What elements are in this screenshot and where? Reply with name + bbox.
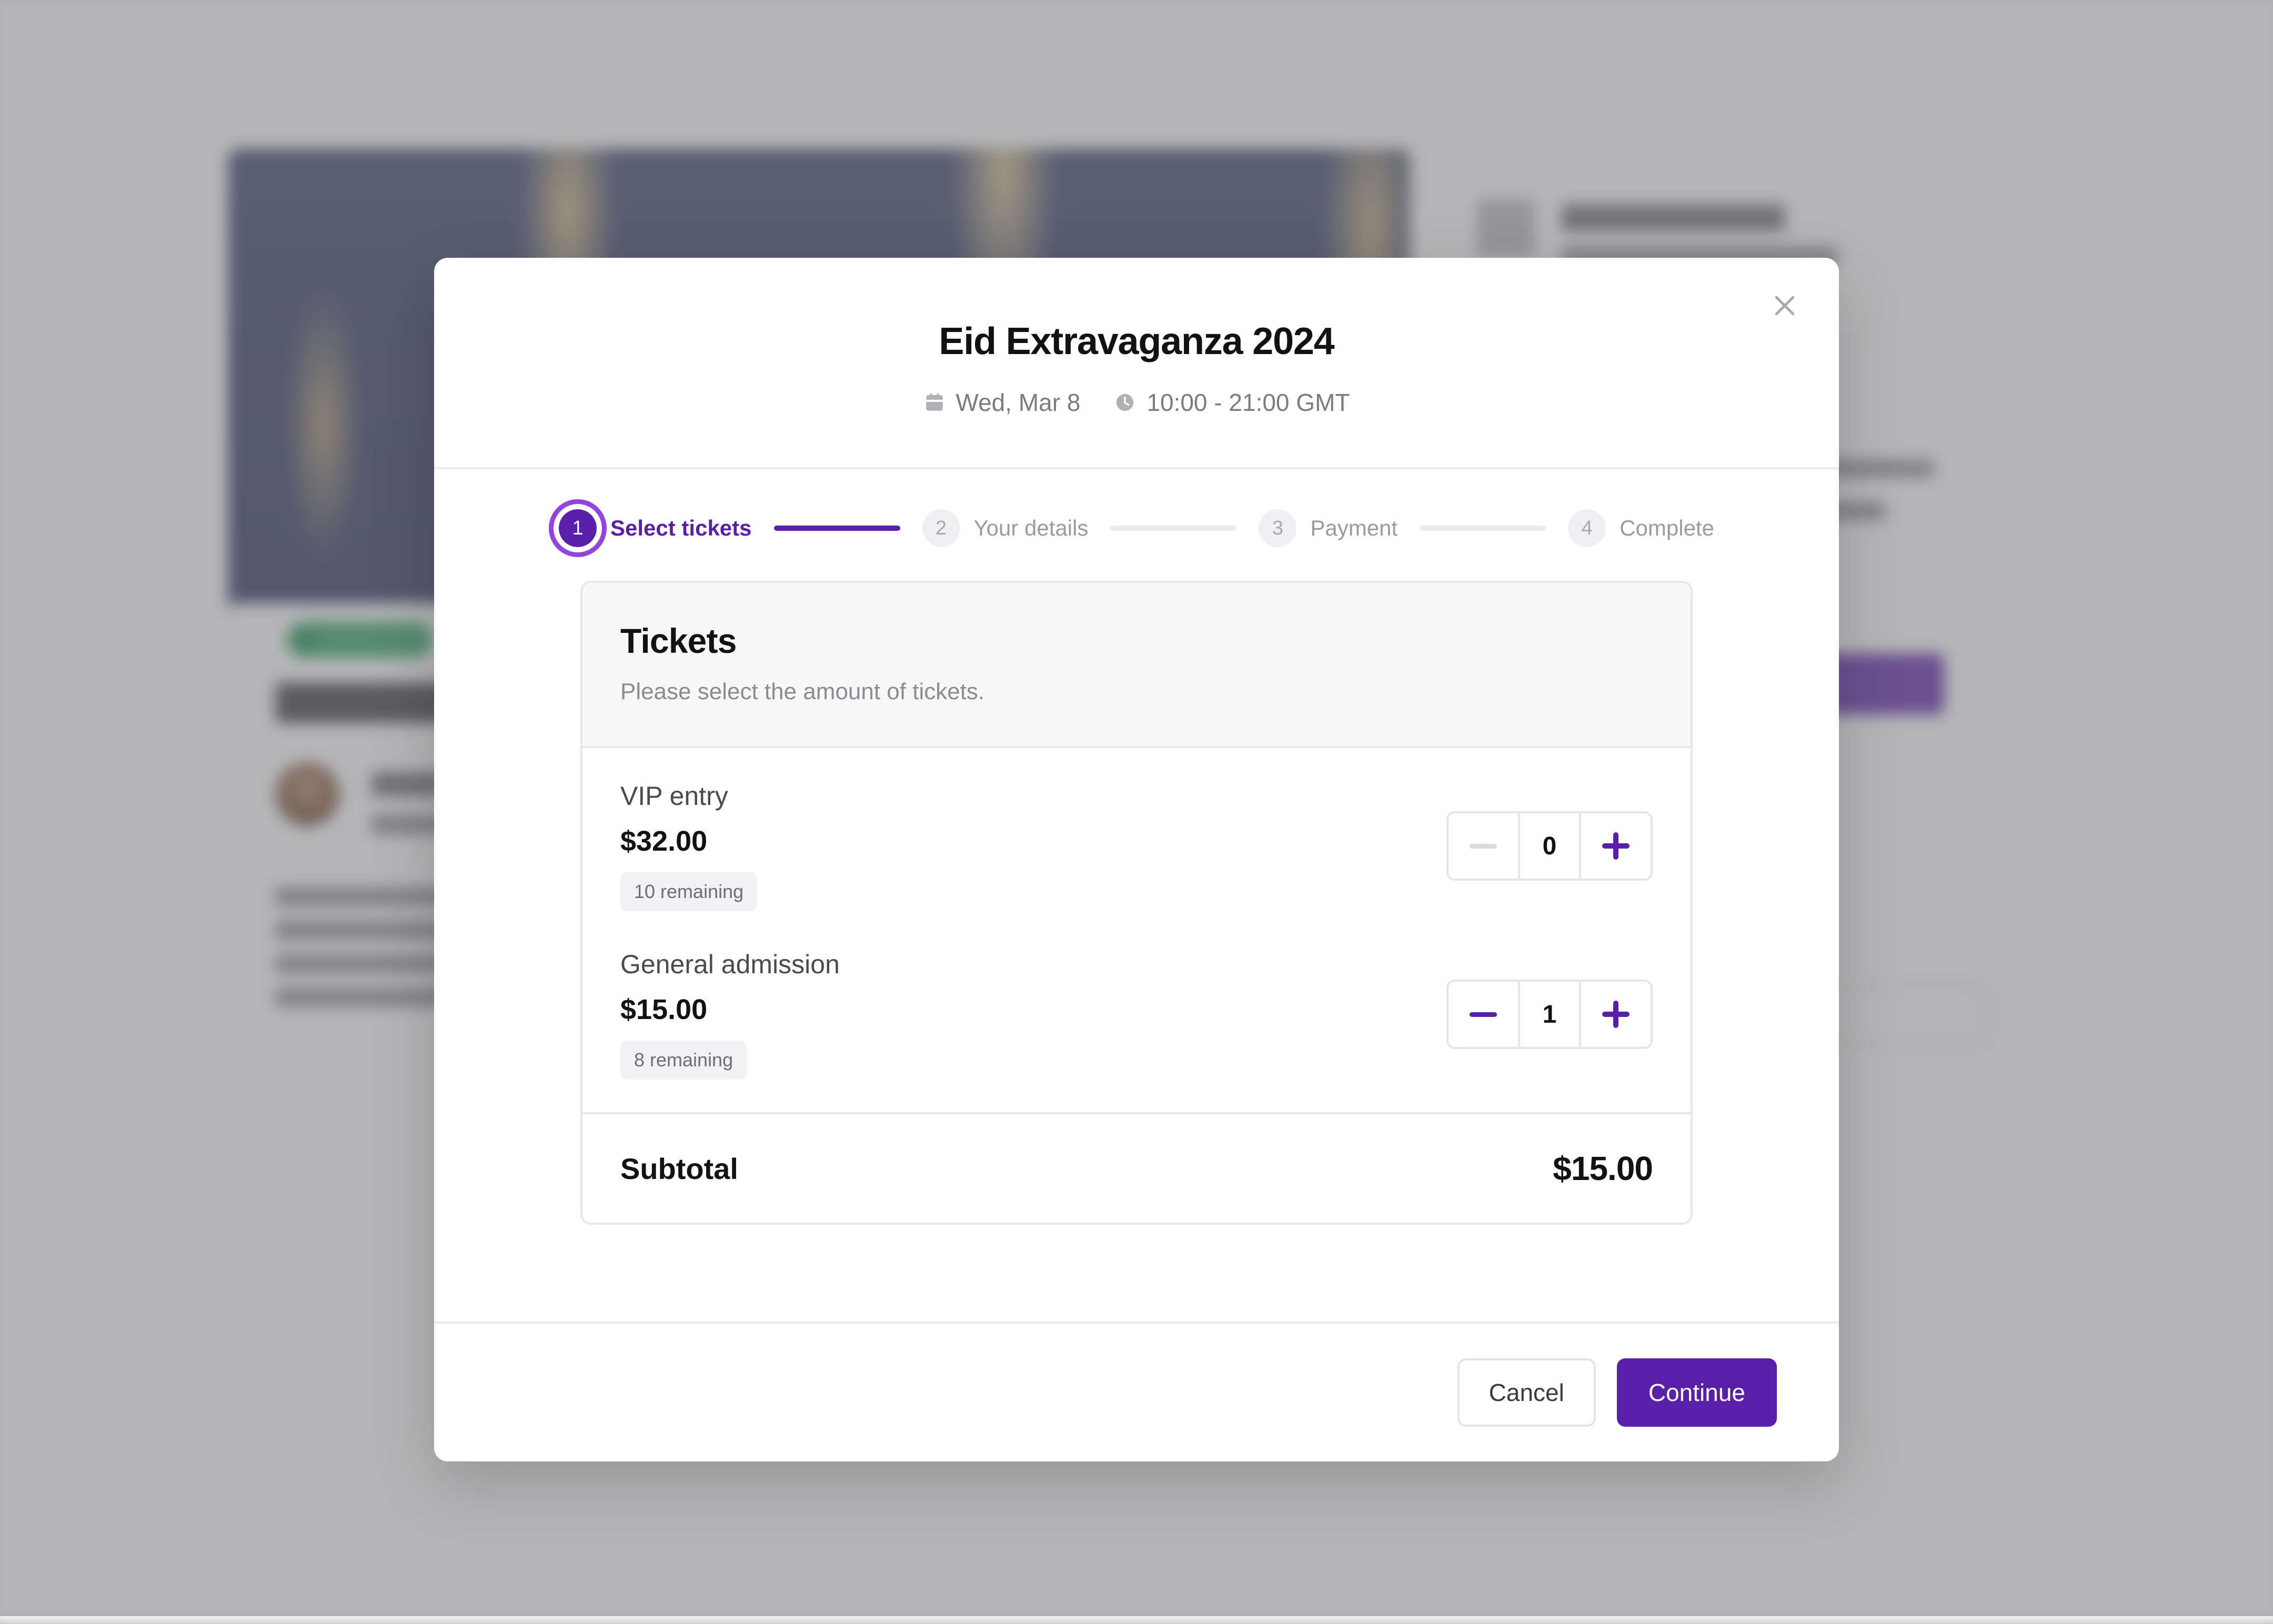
step-number: 3 [1259,509,1297,547]
ticket-name: VIP entry [620,781,728,811]
modal-title: Eid Extravaganza 2024 [939,320,1334,362]
step-number: 1 [559,509,597,547]
event-meta: Wed, Mar 8 10:00 - 21:00 GMT [434,388,1839,417]
step-number: 2 [922,509,960,547]
ticket-info: General admission $15.00 8 remaining [620,949,840,1080]
event-date: Wed, Mar 8 [923,388,1081,417]
close-button[interactable] [1762,283,1807,328]
tickets-subheading: Please select the amount of tickets. [620,679,985,704]
modal-header: Eid Extravaganza 2024 Wed, Mar 8 10:00 -… [434,258,1839,469]
subtotal-label: Subtotal [620,1152,738,1185]
plus-icon [1602,1001,1630,1028]
decrease-quantity-button [1449,813,1518,879]
clock-icon [1117,394,1134,411]
checkout-stepper: 1 Select tickets 2 Your details 3 Paymen… [434,469,1839,581]
ticket-row: VIP entry $32.00 10 remaining 0 [582,748,1691,944]
subtotal-row: Subtotal $15.00 [582,1112,1691,1223]
step-connector [773,526,900,531]
step-select-tickets[interactable]: 1 Select tickets [559,509,752,547]
quantity-value: 0 [1518,813,1581,879]
modal-footer: Cancel Continue [434,1322,1839,1461]
ticket-price: $32.00 [620,825,708,857]
tickets-card: Tickets Please select the amount of tick… [580,581,1693,1225]
step-number: 4 [1568,509,1606,547]
subtotal-value: $15.00 [1553,1149,1653,1187]
step-label: Your details [973,516,1089,540]
plus-icon [1602,832,1630,860]
ticket-row: General admission $15.00 8 remaining 1 [582,944,1691,1112]
tickets-heading: Tickets [620,621,737,660]
minus-icon [1470,1012,1497,1017]
step-label: Select tickets [610,516,752,540]
step-label: Payment [1310,516,1398,540]
step-connector [1110,526,1237,531]
step-your-details[interactable]: 2 Your details [922,509,1089,547]
step-label: Complete [1620,516,1714,540]
step-complete[interactable]: 4 Complete [1568,509,1714,547]
minus-icon [1470,843,1497,849]
ticket-remaining-badge: 10 remaining [620,872,758,911]
event-date-text: Wed, Mar 8 [956,389,1081,416]
close-icon [1775,296,1795,316]
quantity-stepper: 1 [1446,980,1653,1049]
step-payment[interactable]: 3 Payment [1259,509,1397,547]
ticket-remaining-badge: 8 remaining [620,1041,747,1080]
cancel-button[interactable]: Cancel [1457,1358,1596,1427]
tickets-card-header: Tickets Please select the amount of tick… [582,583,1691,748]
event-time-text: 10:00 - 21:00 GMT [1146,389,1350,416]
quantity-stepper: 0 [1446,811,1653,881]
decrease-quantity-button[interactable] [1449,982,1518,1047]
ticket-name: General admission [620,950,840,979]
ticket-checkout-modal: Eid Extravaganza 2024 Wed, Mar 8 10:00 -… [434,258,1839,1461]
increase-quantity-button[interactable] [1581,982,1651,1047]
calendar-icon [926,393,943,411]
increase-quantity-button[interactable] [1581,813,1651,879]
ticket-info: VIP entry $32.00 10 remaining [620,781,758,911]
event-time: 10:00 - 21:00 GMT [1114,388,1350,417]
step-connector [1420,526,1546,531]
ticket-price: $15.00 [620,994,708,1025]
continue-button[interactable]: Continue [1616,1358,1777,1427]
quantity-value: 1 [1518,982,1581,1047]
